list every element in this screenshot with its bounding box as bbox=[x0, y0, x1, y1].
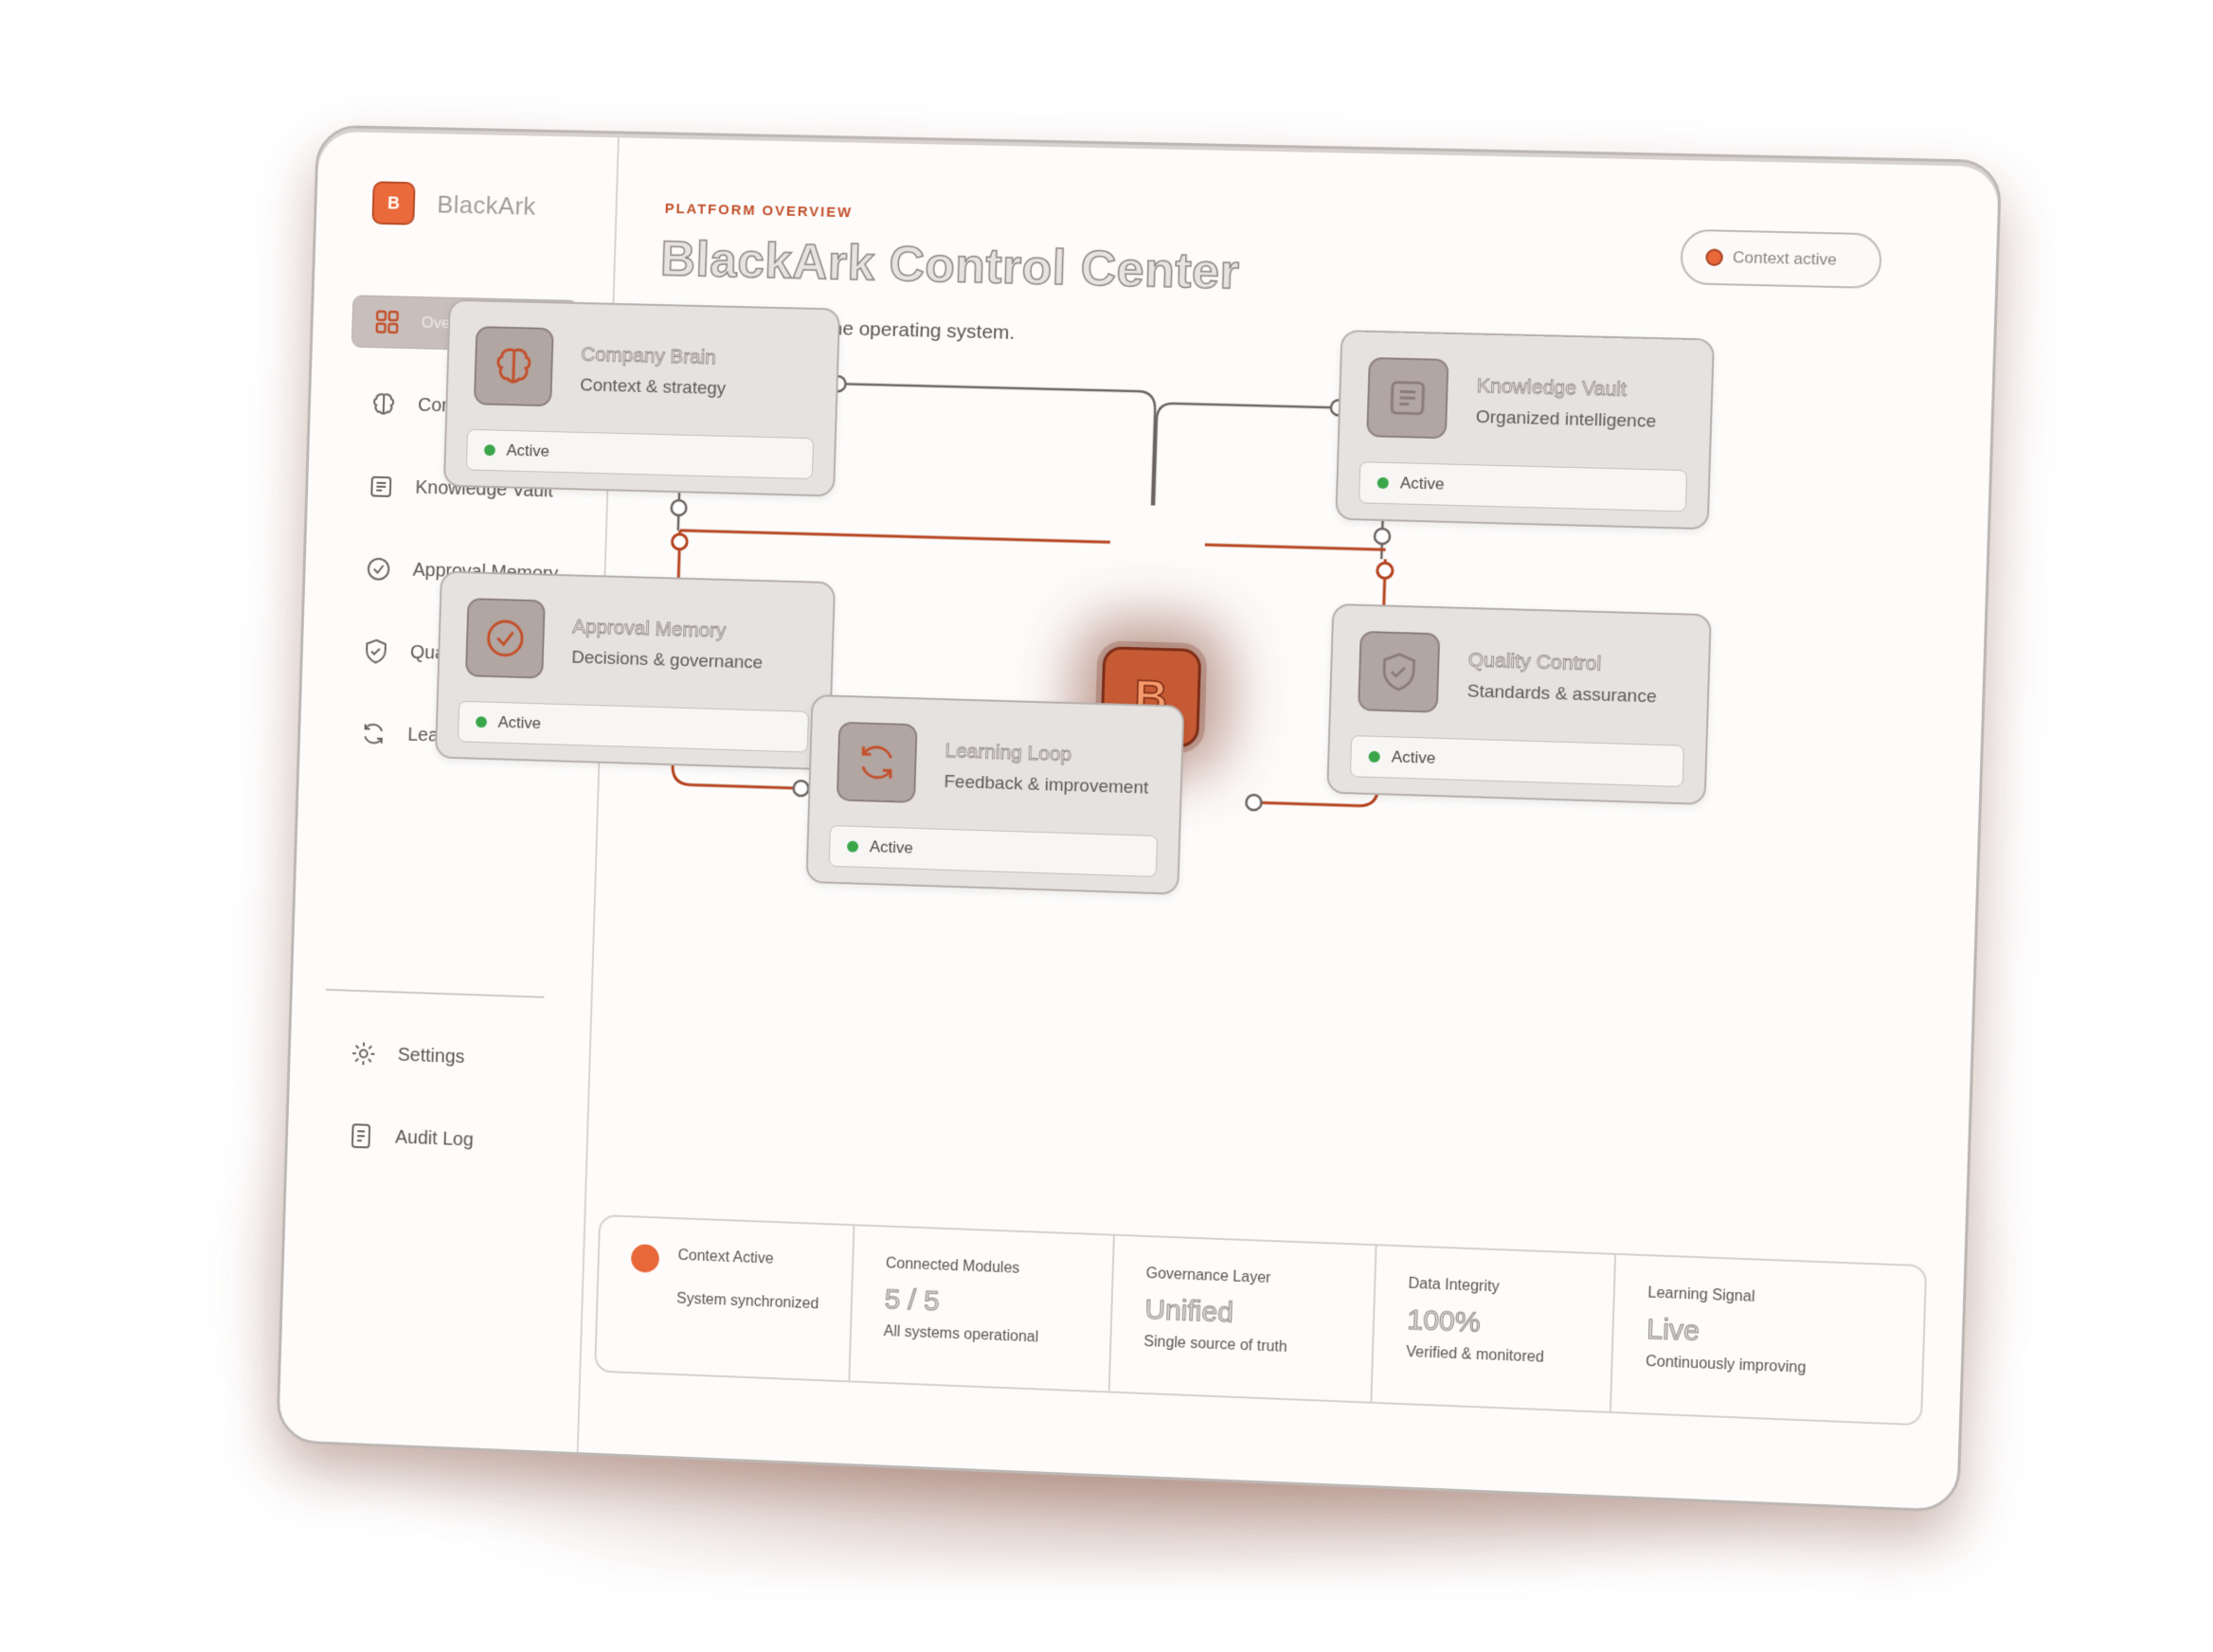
node-vault-bottom bbox=[1375, 529, 1391, 544]
module-status: Active bbox=[457, 700, 810, 753]
brain-icon bbox=[473, 326, 554, 407]
stat-label: Connected Modules bbox=[885, 1255, 1020, 1277]
node-loop-left bbox=[793, 781, 808, 796]
node-brain-bottom bbox=[671, 500, 686, 515]
module-subtitle: Feedback & improvement bbox=[944, 772, 1149, 799]
module-status-label: Active bbox=[506, 440, 550, 460]
stat-detail: System synchronized bbox=[675, 1290, 819, 1313]
active-dot-icon bbox=[1368, 750, 1380, 763]
brand-logo: B bbox=[371, 181, 416, 225]
stat-label: Data Integrity bbox=[1408, 1275, 1500, 1296]
active-dot-icon bbox=[1376, 476, 1390, 490]
stat-governance-layer: Governance Layer Unified Single source o… bbox=[1109, 1235, 1377, 1402]
vault-icon bbox=[367, 473, 395, 501]
module-subtitle: Standards & assurance bbox=[1466, 681, 1658, 708]
sidebar-divider bbox=[325, 988, 545, 998]
vault-icon bbox=[1366, 356, 1449, 440]
module-card-learning-loop[interactable]: Learning Loop Feedback & improvement Act… bbox=[805, 694, 1185, 895]
stat-label: Governance Layer bbox=[1145, 1266, 1271, 1287]
module-status: Active bbox=[465, 428, 815, 480]
module-title: Approval Memory bbox=[572, 616, 727, 642]
stat-detail: Single source of truth bbox=[1143, 1333, 1288, 1356]
stat-label: Context Active bbox=[677, 1247, 774, 1267]
active-dot-icon bbox=[475, 716, 488, 728]
sidebar-item-label: Settings bbox=[397, 1044, 465, 1068]
node-loop-right bbox=[1246, 795, 1262, 811]
wire-right-quality bbox=[1384, 559, 1386, 604]
module-subtitle: Organized intelligence bbox=[1475, 407, 1657, 432]
context-status-pill[interactable]: Context active bbox=[1680, 228, 1882, 290]
module-card-approval-memory[interactable]: Approval Memory Decisions & governance A… bbox=[434, 570, 837, 771]
module-status-label: Active bbox=[869, 837, 914, 857]
check-circle-icon bbox=[365, 555, 393, 584]
active-dot-icon bbox=[483, 444, 496, 457]
node-left-junction bbox=[672, 534, 687, 549]
shield-icon bbox=[362, 637, 390, 665]
wire-brain-hub bbox=[835, 384, 1156, 505]
stat-label: Learning Signal bbox=[1647, 1284, 1755, 1305]
module-card-company-brain[interactable]: Company Brain Context & strategy Active bbox=[442, 298, 841, 497]
sidebar-bottom-nav: Settings Audit Log bbox=[325, 1026, 556, 1199]
module-subtitle: Context & strategy bbox=[579, 375, 727, 400]
stat-value: 5 / 5 bbox=[884, 1284, 941, 1318]
module-title: Quality Control bbox=[1467, 649, 1602, 675]
sidebar-item-settings[interactable]: Settings bbox=[329, 1026, 556, 1086]
module-title: Learning Loop bbox=[945, 740, 1072, 766]
stat-data-integrity: Data Integrity 100% Verified & monitored bbox=[1372, 1246, 1617, 1412]
wire-vault-hub bbox=[1154, 404, 1339, 511]
wire-left-hub bbox=[680, 530, 1110, 542]
active-dot-icon bbox=[846, 840, 859, 853]
context-dot-icon bbox=[630, 1244, 660, 1273]
page-title: BlackArk Control Center bbox=[658, 231, 1241, 300]
status-dot-icon bbox=[1707, 250, 1721, 264]
stat-value: Live bbox=[1646, 1313, 1700, 1348]
stat-value: Unified bbox=[1143, 1293, 1234, 1329]
stat-detail: All systems operational bbox=[883, 1323, 1039, 1346]
module-subtitle: Decisions & governance bbox=[571, 647, 764, 673]
module-status-label: Active bbox=[1391, 747, 1436, 767]
node-right-junction bbox=[1377, 563, 1394, 579]
wire-right-hub bbox=[1205, 545, 1386, 549]
app-window: B BlackArk Overview Company Brain Kno bbox=[276, 124, 2003, 1514]
module-status-label: Active bbox=[1399, 474, 1445, 494]
document-icon bbox=[347, 1122, 375, 1151]
check-circle-icon bbox=[464, 598, 546, 679]
brain-icon bbox=[369, 390, 398, 419]
stat-connected-modules: Connected Modules 5 / 5 All systems oper… bbox=[850, 1226, 1115, 1392]
stat-context: Context Active System synchronized bbox=[596, 1216, 855, 1381]
module-status: Active bbox=[828, 825, 1159, 878]
gear-icon bbox=[350, 1039, 378, 1068]
sidebar-item-label: Audit Log bbox=[394, 1126, 475, 1151]
module-title: Company Brain bbox=[580, 343, 717, 369]
refresh-icon bbox=[836, 721, 918, 803]
brand[interactable]: B BlackArk bbox=[371, 181, 536, 227]
stat-learning-signal: Learning Signal Live Continuously improv… bbox=[1611, 1255, 1925, 1424]
stat-detail: Verified & monitored bbox=[1406, 1343, 1545, 1366]
stat-detail: Continuously improving bbox=[1645, 1353, 1807, 1376]
refresh-icon bbox=[359, 719, 387, 748]
module-status: Active bbox=[1358, 461, 1688, 512]
stat-value: 100% bbox=[1406, 1303, 1482, 1338]
module-card-knowledge-vault[interactable]: Knowledge Vault Organized intelligence A… bbox=[1335, 330, 1715, 530]
module-status-label: Active bbox=[497, 712, 542, 733]
module-title: Knowledge Vault bbox=[1476, 374, 1628, 401]
stats-bar: Context Active System synchronized Conne… bbox=[594, 1213, 1928, 1427]
status-pill-label: Context active bbox=[1732, 248, 1838, 269]
wire-left-approval bbox=[678, 530, 680, 578]
module-status: Active bbox=[1349, 735, 1685, 788]
grid-icon bbox=[373, 308, 402, 336]
shield-icon bbox=[1358, 630, 1441, 713]
module-card-quality-control[interactable]: Quality Control Standards & assurance Ac… bbox=[1326, 602, 1712, 805]
page-eyebrow: PLATFORM OVERVIEW bbox=[664, 200, 854, 222]
sidebar-item-audit-log[interactable]: Audit Log bbox=[326, 1108, 553, 1169]
brand-name: BlackArk bbox=[436, 189, 537, 221]
